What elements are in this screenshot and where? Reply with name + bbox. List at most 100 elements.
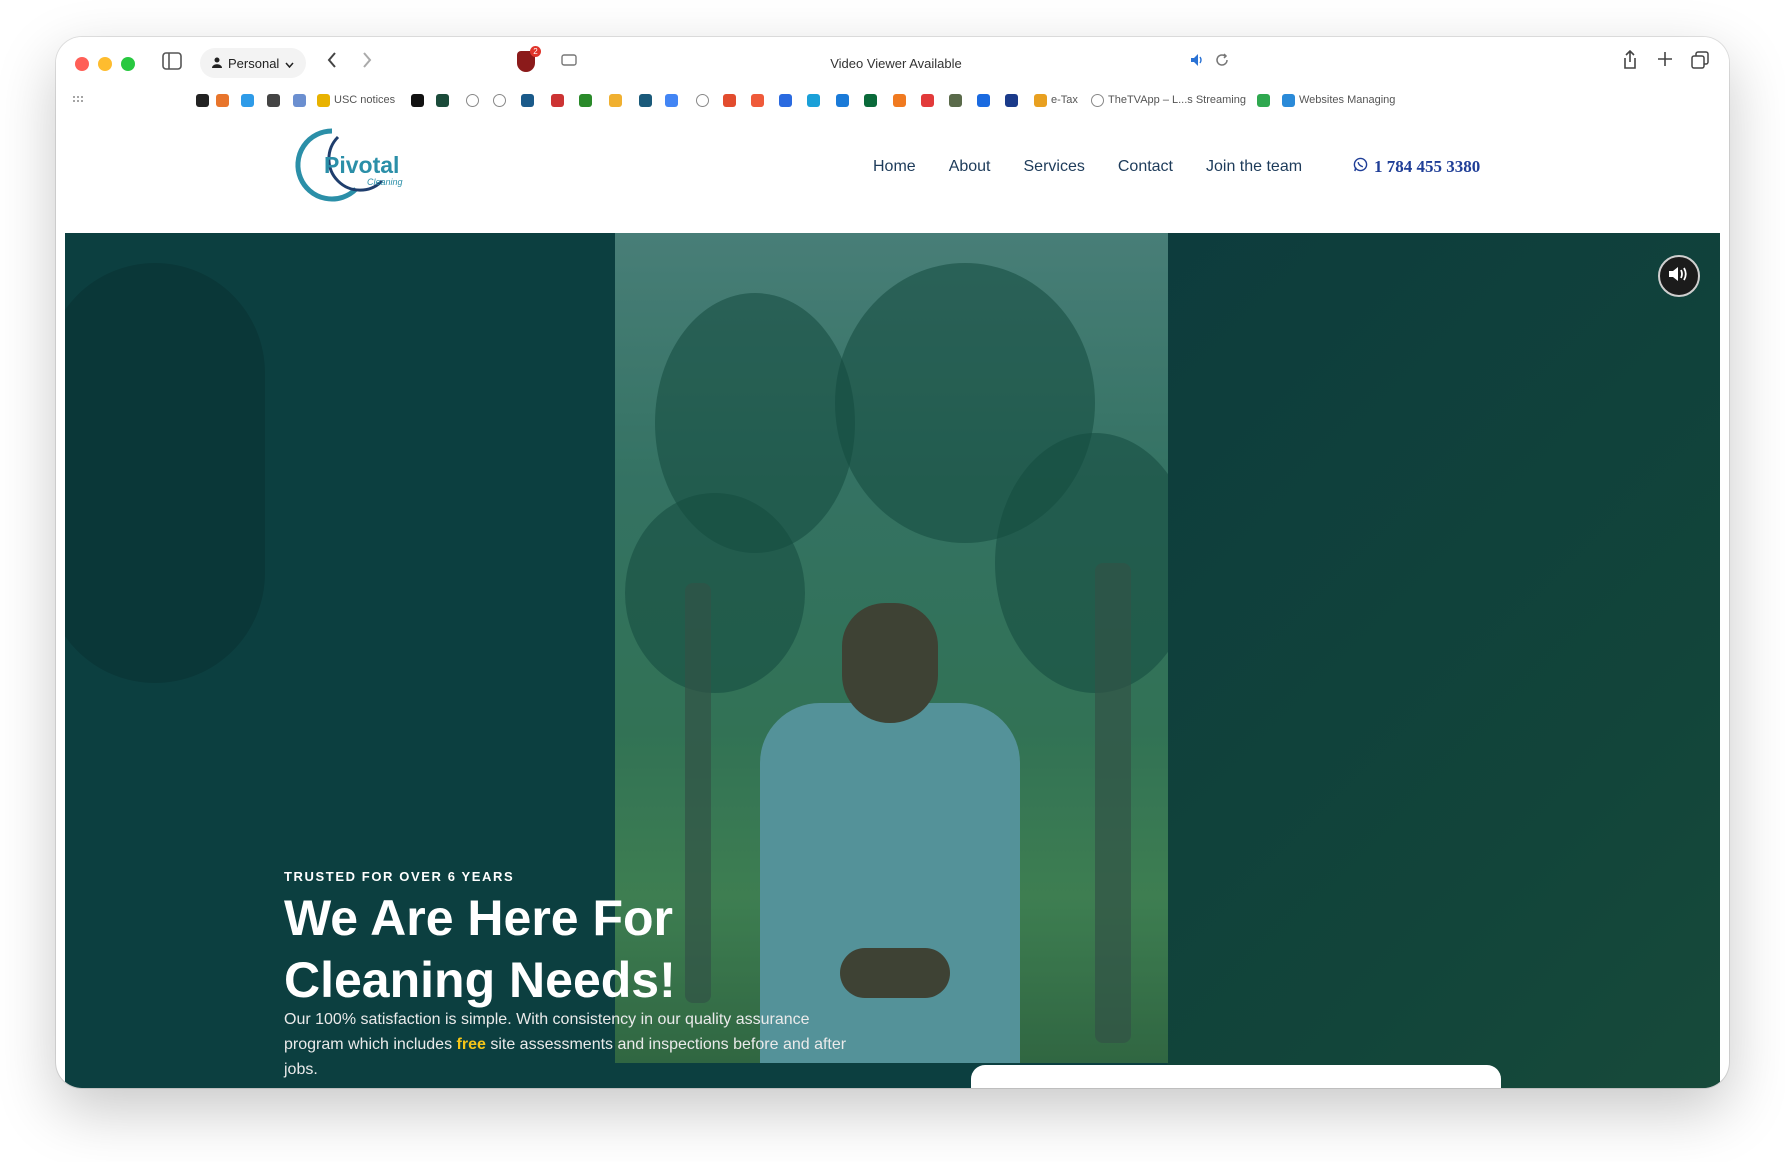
bookmark-item[interactable] (521, 92, 534, 108)
nav-contact[interactable]: Contact (1118, 158, 1173, 176)
green-icon (579, 93, 592, 107)
usc-icon (317, 93, 330, 107)
app-icon (779, 93, 792, 107)
globe-icon (696, 93, 709, 107)
nav-home[interactable]: Home (873, 158, 916, 176)
phone-number: 1 784 455 3380 (1374, 157, 1481, 176)
bookmark-item[interactable] (466, 92, 479, 108)
apple-icon (196, 93, 209, 107)
maximize-window-button[interactable] (121, 57, 135, 71)
bookmark-item[interactable] (1005, 92, 1018, 108)
bookmark-item[interactable] (751, 92, 764, 108)
bookmark-item[interactable] (1257, 92, 1270, 108)
bookmark-item[interactable]: USC notices (317, 92, 395, 108)
hero-lede: Our 100% satisfaction is simple. With co… (284, 1007, 854, 1082)
script-icon (267, 93, 280, 107)
bookmark-item[interactable] (436, 92, 449, 108)
nav-services[interactable]: Services (1024, 158, 1085, 176)
nav-join-the-team[interactable]: Join the team (1206, 158, 1302, 176)
logo-subtext: Cleaning (367, 177, 403, 187)
bookmark-item[interactable] (779, 92, 792, 108)
hero-card (971, 1065, 1501, 1088)
b-icon (411, 93, 424, 107)
bookmark-item[interactable] (411, 92, 424, 108)
bookmark-item[interactable] (864, 92, 877, 108)
profile-label: Personal (228, 55, 280, 71)
bookmark-item[interactable] (921, 92, 934, 108)
bookmark-item[interactable] (723, 92, 736, 108)
speaker-icon[interactable] (1190, 53, 1206, 73)
bookmark-item[interactable] (216, 92, 229, 108)
bookmark-item[interactable] (267, 92, 280, 108)
ubc-icon (551, 93, 564, 107)
grid-icon (921, 93, 934, 107)
site-header: Pivotal Cleaning Home About Services Con… (56, 113, 1729, 231)
bookmark-label: USC notices (334, 94, 396, 106)
globe-icon (493, 93, 506, 107)
reload-icon[interactable] (1215, 53, 1229, 73)
circle-icon (521, 93, 534, 107)
bookmark-item[interactable] (293, 92, 306, 108)
globe-icon (1091, 93, 1104, 107)
shield-count-badge: 2 (530, 46, 541, 57)
bookmark-item[interactable] (977, 92, 990, 108)
browser-window: Personal 2 Video Viewer Available USC no… (56, 37, 1729, 1088)
s-icon (864, 93, 877, 107)
bookmark-item[interactable]: Websites Managing (1282, 92, 1395, 108)
globe-icon (466, 93, 479, 107)
bookmark-item[interactable] (893, 92, 906, 108)
google-icon (665, 93, 678, 107)
bookmark-item[interactable] (241, 92, 254, 108)
cloud-icon (1282, 93, 1295, 107)
sidebar-toggle-icon[interactable] (162, 52, 182, 76)
box-icon (893, 93, 906, 107)
bookmark-item[interactable] (807, 92, 820, 108)
sun-icon (609, 93, 622, 107)
bookmark-label: e-Tax (1051, 94, 1078, 106)
phone-link[interactable]: 1 784 455 3380 (1353, 157, 1480, 177)
bookmark-item[interactable] (639, 92, 652, 108)
bookmark-item[interactable] (696, 92, 709, 108)
bookmark-label: TheTVApp – L...s Streaming (1108, 94, 1246, 106)
logo-text: Pivotal (324, 152, 400, 178)
chevron-down-icon (285, 56, 294, 71)
share-icon[interactable] (1622, 49, 1638, 76)
bookmark-item[interactable]: TheTVApp – L...s Streaming (1091, 92, 1246, 108)
main-nav: Home About Services Contact Join the tea… (873, 158, 1302, 176)
t-icon (977, 93, 990, 107)
bookmark-item[interactable] (196, 92, 209, 108)
git-icon (723, 93, 736, 107)
nav-about[interactable]: About (949, 158, 991, 176)
bookmark-item[interactable]: e-Tax (1034, 92, 1078, 108)
lede-highlight: free (456, 1036, 486, 1053)
sound-toggle-button[interactable] (1658, 255, 1700, 297)
tab-overview-icon[interactable] (1691, 51, 1709, 75)
chart-icon (751, 93, 764, 107)
iq-icon (836, 93, 849, 107)
address-text: Video Viewer Available (830, 55, 962, 71)
profile-button[interactable]: Personal (200, 48, 307, 78)
bookmarks-bar: USC notices e-Tax TheTVApp – L...s Streami… (56, 87, 1729, 113)
bookmark-item[interactable] (949, 92, 962, 108)
bookmark-item[interactable] (665, 92, 678, 108)
hero-shade (65, 263, 265, 683)
etax-icon (1034, 93, 1047, 107)
new-tab-icon[interactable] (1657, 51, 1673, 73)
bug-icon (1005, 93, 1018, 107)
bookmark-item[interactable] (493, 92, 506, 108)
forward-button[interactable] (361, 51, 373, 74)
window-controls (75, 57, 135, 71)
microsoft-icon (241, 93, 254, 107)
minimize-window-button[interactable] (98, 57, 112, 71)
back-button[interactable] (326, 51, 338, 74)
close-window-button[interactable] (75, 57, 89, 71)
hero-right-panel (1167, 233, 1720, 1088)
address-bar[interactable]: Video Viewer Available (556, 48, 1236, 78)
bookmark-item[interactable] (836, 92, 849, 108)
bookmark-item[interactable] (551, 92, 564, 108)
apps-grid-icon[interactable] (72, 92, 84, 108)
bookmark-item[interactable] (609, 92, 622, 108)
p-icon (807, 93, 820, 107)
lock-icon (293, 93, 306, 107)
bookmark-item[interactable] (579, 92, 592, 108)
